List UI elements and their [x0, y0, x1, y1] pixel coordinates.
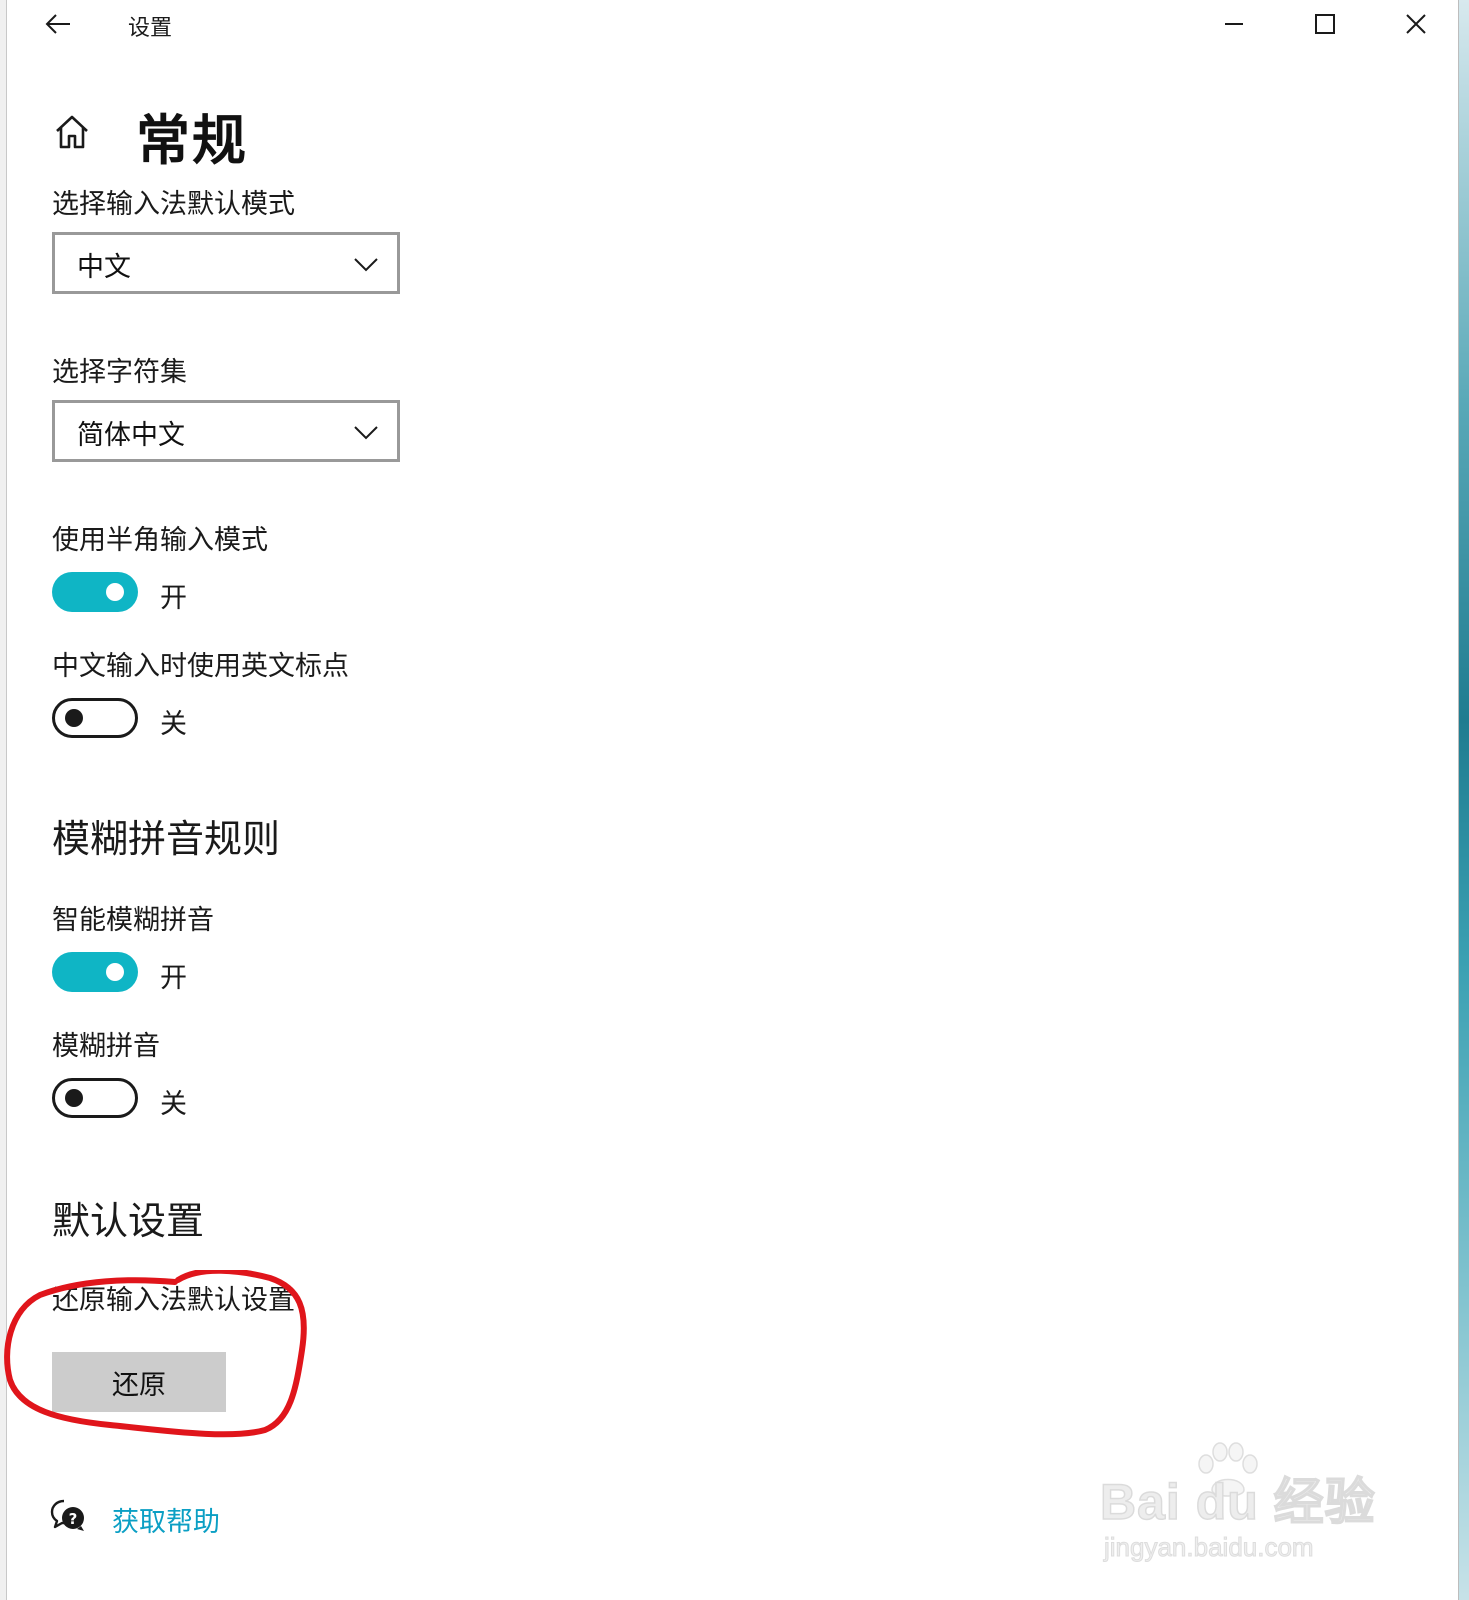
- english-punct-state: 关: [160, 709, 187, 740]
- english-punct-toggle[interactable]: [52, 698, 138, 738]
- half-width-toggle[interactable]: [52, 572, 138, 612]
- watermark-url: jingyan.baidu.com: [1104, 1532, 1315, 1563]
- background-window-edge: [0, 0, 7, 1600]
- toggle-knob: [65, 709, 83, 727]
- toggle-knob: [106, 583, 124, 601]
- close-button[interactable]: [1386, 4, 1446, 44]
- smart-fuzzy-label: 智能模糊拼音: [52, 905, 214, 936]
- page-title: 常规: [136, 109, 248, 172]
- close-icon: [1406, 14, 1426, 34]
- charset-selected-value: 简体中文: [77, 420, 185, 451]
- maximize-button[interactable]: [1295, 4, 1355, 44]
- english-punct-label: 中文输入时使用英文标点: [52, 651, 349, 682]
- smart-fuzzy-toggle[interactable]: [52, 952, 138, 992]
- smart-fuzzy-state: 开: [160, 963, 187, 994]
- ime-mode-dropdown[interactable]: 中文: [52, 232, 400, 294]
- minimize-button[interactable]: [1204, 4, 1264, 44]
- charset-dropdown[interactable]: 简体中文: [52, 400, 400, 462]
- desktop-wallpaper-edge: [1459, 0, 1469, 1600]
- home-icon[interactable]: [52, 112, 92, 152]
- half-width-state: 开: [160, 583, 187, 614]
- chevron-down-icon: [354, 426, 378, 440]
- maximize-icon: [1315, 14, 1335, 34]
- svg-text:?: ?: [69, 1510, 78, 1528]
- ime-mode-label: 选择输入法默认模式: [52, 189, 295, 220]
- charset-label: 选择字符集: [52, 357, 187, 388]
- help-chat-icon: ?: [50, 1499, 84, 1531]
- baidu-jingyan-watermark: Bai du 经验 jingyan.baidu.com: [1099, 1440, 1375, 1570]
- back-arrow-icon: [45, 14, 70, 34]
- restore-defaults-label: 还原输入法默认设置: [52, 1285, 295, 1316]
- half-width-label: 使用半角输入模式: [52, 525, 268, 556]
- ime-mode-selected-value: 中文: [77, 252, 131, 283]
- minimize-icon: [1225, 23, 1243, 25]
- settings-window: 设置 常规 选择输入法默认模式 中文 选择字符集 简体中文 使用半角输入模式 开…: [0, 0, 1469, 1600]
- fuzzy-pinyin-state: 关: [160, 1089, 187, 1120]
- fuzzy-pinyin-label: 模糊拼音: [52, 1031, 160, 1062]
- defaults-section-heading: 默认设置: [52, 1199, 205, 1243]
- get-help-link[interactable]: 获取帮助: [112, 1500, 220, 1539]
- title-bar: 设置: [6, 0, 1448, 50]
- fuzzy-pinyin-toggle[interactable]: [52, 1078, 138, 1118]
- window-title: 设置: [128, 16, 173, 41]
- back-button[interactable]: [36, 6, 80, 42]
- watermark-brand: Bai du 经验: [1099, 1473, 1376, 1531]
- chevron-down-icon: [354, 258, 378, 272]
- toggle-knob: [65, 1089, 83, 1107]
- fuzzy-section-heading: 模糊拼音规则: [52, 817, 281, 861]
- restore-button[interactable]: 还原: [52, 1352, 226, 1412]
- toggle-knob: [106, 963, 124, 981]
